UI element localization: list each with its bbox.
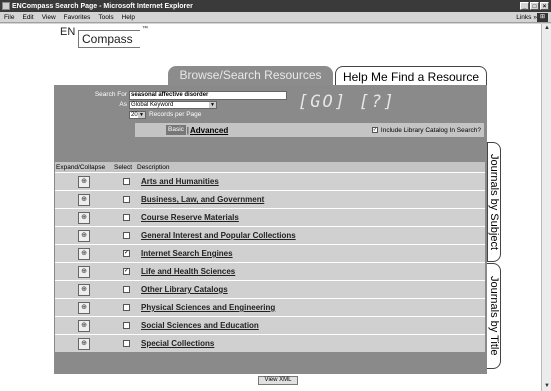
window-title: ENCompass Search Page - Microsoft Intern… — [12, 2, 193, 10]
row-description-link[interactable]: General Interest and Popular Collections — [141, 231, 296, 240]
header-select: Select — [114, 163, 133, 171]
row-description-link[interactable]: Physical Sciences and Engineering — [141, 303, 275, 312]
row-select-checkbox[interactable] — [123, 178, 130, 185]
window-controls: _ □ × — [520, 2, 549, 10]
view-xml-button[interactable]: View XML — [258, 376, 298, 385]
expand-icon[interactable]: ⊕ — [78, 193, 90, 206]
menu-bar: File Edit View Favorites Tools Help Link… — [0, 12, 551, 23]
close-button[interactable]: × — [540, 2, 549, 10]
row-select-checkbox[interactable] — [123, 304, 130, 311]
row-description-link[interactable]: Internet Search Engines — [141, 249, 233, 258]
help-button[interactable]: [?] — [359, 92, 396, 112]
expand-icon[interactable]: ⊕ — [78, 175, 90, 188]
row-select-checkbox[interactable] — [123, 340, 130, 347]
tab-browse-search[interactable]: Browse/Search Resources — [168, 66, 333, 85]
menu-file[interactable]: File — [0, 14, 18, 21]
ie-icon — [2, 2, 10, 10]
row-description-link[interactable]: Life and Health Sciences — [141, 267, 235, 276]
minimize-button[interactable]: _ — [520, 2, 529, 10]
search-as-label: As — [119, 101, 127, 108]
tab-help-find-resource[interactable]: Help Me Find a Resource — [335, 66, 487, 86]
row-description-link[interactable]: Other Library Catalogs — [141, 285, 228, 294]
table-row: ⊕ Business, Law, and Government — [55, 190, 485, 208]
header-description: Description — [137, 163, 170, 171]
records-per-page-label: Records per Page — [149, 111, 202, 118]
include-catalog-option: ✓ Include Library Catalog In Search? — [371, 126, 481, 134]
row-description-link[interactable]: Special Collections — [141, 339, 214, 348]
table-row: ⊕ Special Collections — [55, 334, 485, 352]
row-description-link[interactable]: Course Reserve Materials — [141, 213, 239, 222]
tab-journals-by-subject[interactable]: Journals by Subject — [487, 142, 501, 262]
table-row: ⊕ Other Library Catalogs — [55, 280, 485, 298]
search-mode-bar: Basic | Advanced ✓ Include Library Catal… — [135, 123, 484, 137]
search-type-value: Global Keyword — [131, 102, 174, 108]
logo-compass: Compass — [78, 30, 140, 48]
windows-logo-icon: ⊞ — [537, 12, 548, 22]
dropdown-arrow-icon[interactable]: ▼ — [209, 102, 216, 108]
menu-edit[interactable]: Edit — [18, 14, 37, 21]
header-expand-collapse: Expand/Collapse — [56, 163, 106, 171]
search-type-select[interactable]: Global Keyword ▼ — [129, 101, 217, 109]
table-row: ⊕ Social Sciences and Education — [55, 316, 485, 334]
row-select-checkbox[interactable] — [123, 286, 130, 293]
table-row: ⊕ Arts and Humanities — [55, 172, 485, 190]
tab-journals-by-title[interactable]: Journals by Title — [487, 263, 501, 369]
expand-icon[interactable]: ⊕ — [78, 319, 90, 332]
include-catalog-checkbox[interactable]: ✓ — [371, 127, 378, 133]
table-body: ⊕ Arts and Humanities ⊕ Business, Law, and … — [55, 172, 485, 352]
expand-icon[interactable]: ⊕ — [78, 301, 90, 314]
menu-help[interactable]: Help — [118, 14, 139, 21]
expand-icon[interactable]: ⊕ — [78, 211, 90, 224]
title-bar: ENCompass Search Page - Microsoft Intern… — [0, 0, 551, 12]
row-description-link[interactable]: Business, Law, and Government — [141, 195, 264, 204]
menu-tools[interactable]: Tools — [94, 14, 117, 21]
logo-tm: ™ — [142, 26, 148, 32]
scroll-down-icon[interactable]: ▼ — [542, 382, 551, 391]
menu-favorites[interactable]: Favorites — [60, 14, 95, 21]
menu-view[interactable]: View — [38, 14, 60, 21]
expand-icon[interactable]: ⊕ — [78, 283, 90, 296]
scroll-up-icon[interactable]: ▲ — [542, 24, 551, 33]
row-select-checkbox[interactable] — [123, 232, 130, 239]
table-row: ⊕ ✓ Life and Health Sciences — [55, 262, 485, 280]
row-select-checkbox[interactable] — [123, 196, 130, 203]
row-select-checkbox[interactable] — [123, 214, 130, 221]
links-label: Links — [516, 13, 532, 21]
vertical-scrollbar[interactable]: ▲ ▼ — [541, 24, 551, 391]
include-catalog-label: Include Library Catalog In Search? — [380, 126, 481, 134]
basic-mode-button[interactable]: Basic — [166, 125, 186, 135]
expand-icon[interactable]: ⊕ — [78, 247, 90, 260]
advanced-mode-link[interactable]: Advanced — [190, 126, 228, 135]
records-per-page-select[interactable]: 20 ▼ — [129, 111, 146, 119]
dropdown-arrow-icon[interactable]: ▼ — [138, 112, 145, 118]
table-row: ⊕ Physical Sciences and Engineering — [55, 298, 485, 316]
logo-en: EN — [60, 26, 76, 38]
table-row: ⊕ Course Reserve Materials — [55, 208, 485, 226]
row-select-checkbox[interactable]: ✓ — [123, 250, 130, 257]
table-row: ⊕ ✓ Internet Search Engines — [55, 244, 485, 262]
table-header: Expand/Collapse Select Description — [55, 162, 485, 172]
search-for-label: Search For — [94, 91, 127, 98]
maximize-button[interactable]: □ — [530, 2, 539, 10]
row-select-checkbox[interactable] — [123, 322, 130, 329]
row-description-link[interactable]: Social Sciences and Education — [141, 321, 259, 330]
expand-icon[interactable]: ⊕ — [78, 229, 90, 242]
records-value: 20 — [131, 112, 138, 118]
resource-table: Expand/Collapse Select Description ⊕ Arts… — [55, 162, 485, 352]
table-row: ⊕ General Interest and Popular Collection… — [55, 226, 485, 244]
row-description-link[interactable]: Arts and Humanities — [141, 177, 219, 186]
go-button[interactable]: [GO] — [298, 92, 347, 112]
links-toolbar[interactable]: Links » ⊞ — [516, 12, 551, 22]
expand-icon[interactable]: ⊕ — [78, 265, 90, 278]
row-select-checkbox[interactable]: ✓ — [123, 268, 130, 275]
expand-icon[interactable]: ⊕ — [78, 337, 90, 350]
search-input[interactable]: seasonal affective disorder — [129, 91, 287, 100]
mode-separator: | — [186, 125, 189, 135]
